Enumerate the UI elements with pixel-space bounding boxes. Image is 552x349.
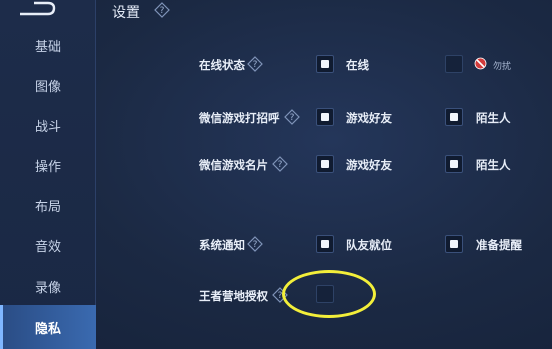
greeting-friends-checkbox[interactable] xyxy=(316,108,334,126)
sidebar-item-label: 图像 xyxy=(34,79,61,95)
help-icon[interactable]: ? xyxy=(247,56,263,72)
highlight-circle xyxy=(282,270,376,318)
svg-text:?: ? xyxy=(278,160,283,170)
help-icon[interactable]: ? xyxy=(284,109,300,125)
greeting-strangers-label: 陌生人 xyxy=(476,111,511,125)
sidebar-item-label: 录像 xyxy=(34,280,61,296)
sidebar-item-label: 基础 xyxy=(34,39,61,55)
sidebar-item-controls[interactable]: 操作 xyxy=(0,145,96,185)
svg-text:?: ? xyxy=(290,113,295,123)
checkbox-mark xyxy=(321,160,329,168)
svg-text:?: ? xyxy=(160,6,165,16)
card-strangers-checkbox[interactable] xyxy=(445,155,463,173)
sidebar-item-label: 音效 xyxy=(34,239,61,255)
sidebar-item-sound[interactable]: 音效 xyxy=(0,225,96,265)
back-icon[interactable] xyxy=(14,0,58,20)
sidebar-item-battle[interactable]: 战斗 xyxy=(0,105,96,145)
checkbox-mark xyxy=(321,240,329,248)
sidebar-item-label: 隐私 xyxy=(34,321,61,337)
settings-screen: 基础 图像 战斗 操作 布局 音效 录像 隐私 设置 ? 在线状态 ? 在线 勿… xyxy=(0,0,552,349)
sidebar-item-label: 操作 xyxy=(34,159,61,175)
checkbox-mark xyxy=(450,160,458,168)
wechat-greeting-label: 微信游戏打招呼 xyxy=(199,111,280,125)
card-strangers-label: 陌生人 xyxy=(476,158,511,172)
sidebar: 基础 图像 战斗 操作 布局 音效 录像 隐私 xyxy=(0,0,96,349)
sidebar-item-privacy[interactable]: 隐私 xyxy=(0,305,96,349)
system-notification-label: 系统通知 xyxy=(199,238,245,252)
checkbox-mark xyxy=(321,113,329,121)
help-icon[interactable]: ? xyxy=(272,156,288,172)
teammate-ready-checkbox[interactable] xyxy=(316,235,334,253)
sidebar-item-label: 布局 xyxy=(34,199,61,215)
sidebar-item-recording[interactable]: 录像 xyxy=(0,266,96,306)
no-entry-icon xyxy=(474,57,487,70)
camp-authorization-label: 王者营地授权 xyxy=(199,289,268,303)
checkbox-mark xyxy=(450,240,458,248)
svg-text:?: ? xyxy=(253,60,258,70)
page-title: 设置 xyxy=(112,5,140,21)
checkbox-mark xyxy=(321,60,329,68)
help-icon[interactable]: ? xyxy=(154,2,170,18)
ready-reminder-checkbox[interactable] xyxy=(445,235,463,253)
card-friends-checkbox[interactable] xyxy=(316,155,334,173)
sidebar-item-label: 战斗 xyxy=(34,119,61,135)
sidebar-item-basic[interactable]: 基础 xyxy=(0,25,96,65)
online-status-label: 在线状态 xyxy=(199,58,245,72)
do-not-disturb-label: 勿扰 xyxy=(493,62,512,72)
sidebar-item-layout[interactable]: 布局 xyxy=(0,185,96,225)
checkbox-mark xyxy=(450,113,458,121)
wechat-card-label: 微信游戏名片 xyxy=(199,158,268,172)
online-option-label: 在线 xyxy=(346,58,369,72)
svg-text:?: ? xyxy=(253,240,258,250)
do-not-disturb-checkbox[interactable] xyxy=(445,55,463,73)
online-checkbox[interactable] xyxy=(316,55,334,73)
help-icon[interactable]: ? xyxy=(247,236,263,252)
greeting-friends-label: 游戏好友 xyxy=(346,111,392,125)
card-friends-label: 游戏好友 xyxy=(346,158,392,172)
greeting-strangers-checkbox[interactable] xyxy=(445,108,463,126)
teammate-ready-label: 队友就位 xyxy=(346,238,392,252)
sidebar-item-image[interactable]: 图像 xyxy=(0,65,96,105)
ready-reminder-label: 准备提醒 xyxy=(476,238,522,252)
